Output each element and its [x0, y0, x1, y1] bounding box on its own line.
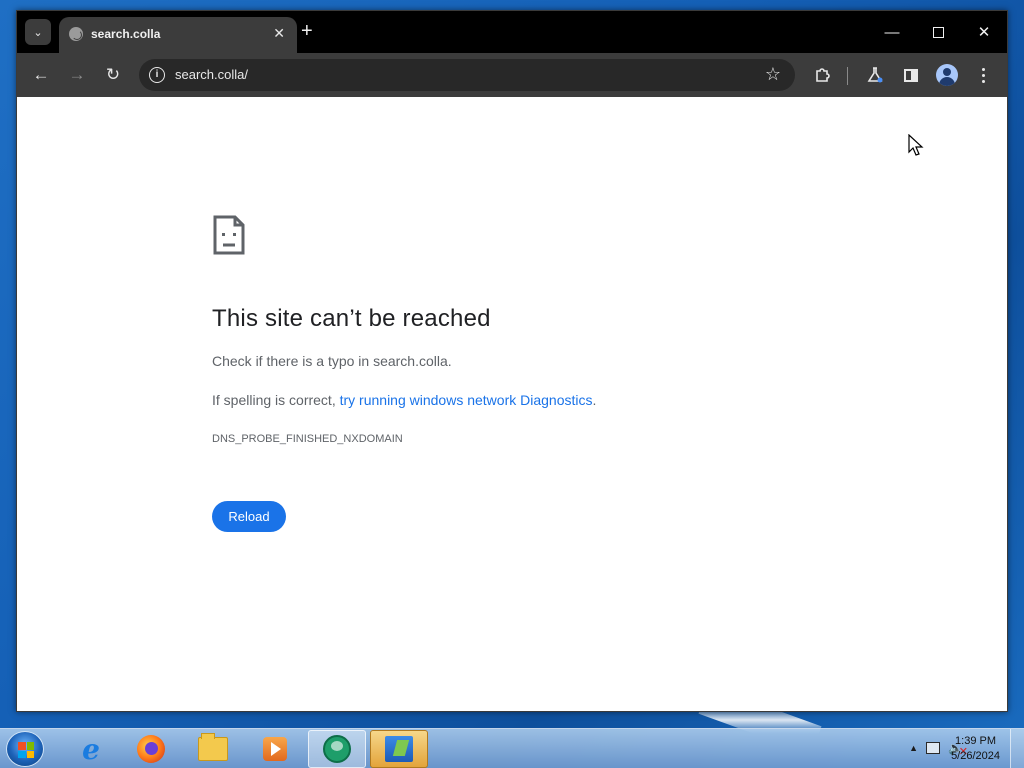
- side-panel-icon: [904, 68, 918, 82]
- address-bar[interactable]: i search.colla/ ☆: [139, 59, 795, 91]
- firefox-icon: [137, 735, 165, 763]
- network-icon[interactable]: [926, 742, 940, 754]
- close-window-button[interactable]: ✕: [961, 19, 1007, 45]
- minimize-button[interactable]: —: [869, 19, 915, 45]
- start-button[interactable]: [6, 731, 44, 767]
- tab-close-icon[interactable]: ✕: [273, 25, 285, 42]
- back-button[interactable]: ←: [29, 63, 53, 87]
- chevron-down-icon: ⌄: [33, 26, 43, 39]
- clock-time: 1:39 PM: [955, 735, 997, 747]
- network-diagnostics-link[interactable]: try running windows network Diagnostics: [340, 392, 593, 408]
- browser-tab[interactable]: search.colla ✕: [59, 17, 297, 53]
- typo-hint: Check if there is a typo in search.colla…: [212, 353, 452, 369]
- tab-title: search.colla: [91, 27, 161, 41]
- error-title: This site can’t be reached: [212, 305, 491, 332]
- taskbar-active-app[interactable]: [370, 730, 428, 768]
- address-bar-url[interactable]: search.colla/: [175, 67, 248, 82]
- browser-toolbar: ← → ↻ i search.colla/ ☆: [17, 53, 1007, 97]
- windows-logo-icon: [18, 742, 34, 758]
- show-desktop-button[interactable]: [1010, 729, 1024, 768]
- taskbar-firefox[interactable]: [122, 730, 180, 768]
- extensions-button[interactable]: [811, 63, 835, 87]
- diagnostics-hint: If spelling is correct, try running wind…: [212, 392, 596, 408]
- profile-button[interactable]: [935, 63, 959, 87]
- browser-window: ⌄ search.colla ✕ + — ✕ ← → ↻ i search.co…: [16, 10, 1008, 712]
- page-content: This site can’t be reached Check if ther…: [17, 97, 1007, 711]
- side-panel-button[interactable]: [899, 63, 923, 87]
- more-vertical-icon: [981, 67, 985, 83]
- site-info-icon[interactable]: i: [149, 67, 165, 83]
- taskbar-file-explorer[interactable]: [184, 730, 242, 768]
- avatar-icon: [936, 64, 958, 86]
- diagnostics-suffix: .: [592, 392, 597, 408]
- diagnostics-prefix: If spelling is correct,: [212, 392, 340, 408]
- chrome-icon: [323, 735, 351, 763]
- globe-icon: [69, 27, 83, 41]
- file-explorer-icon: [198, 733, 228, 761]
- puzzle-icon: [816, 68, 830, 82]
- reload-button[interactable]: Reload: [212, 501, 286, 532]
- tab-search-button[interactable]: ⌄: [25, 19, 51, 45]
- taskbar-chrome[interactable]: [308, 730, 366, 768]
- taskbar-media-player[interactable]: [246, 730, 304, 768]
- toolbar-divider: [847, 67, 848, 85]
- new-tab-button[interactable]: +: [301, 21, 313, 41]
- flask-icon: [867, 67, 883, 83]
- clock-date: 5/26/2024: [951, 750, 1000, 762]
- internet-explorer-icon: e: [82, 732, 100, 766]
- reload-page-button[interactable]: ↻: [101, 63, 125, 87]
- taskbar: e ▲ 🔈 ✕ 1:39 PM 5/26/2024: [0, 728, 1024, 768]
- error-code: DNS_PROBE_FINISHED_NXDOMAIN: [212, 433, 403, 445]
- chrome-menu-button[interactable]: [971, 63, 995, 87]
- bookmark-star-icon[interactable]: ☆: [765, 64, 781, 85]
- taskbar-internet-explorer[interactable]: e: [62, 730, 120, 768]
- maximize-button[interactable]: [915, 19, 961, 45]
- clock[interactable]: 1:39 PM 5/26/2024: [951, 734, 1000, 764]
- active-app-icon: [385, 736, 413, 762]
- mouse-cursor-icon: [908, 134, 924, 156]
- media-player-icon: [263, 737, 287, 761]
- sad-page-icon: [213, 215, 245, 255]
- labs-button[interactable]: [863, 63, 887, 87]
- forward-button[interactable]: →: [65, 63, 89, 87]
- show-hidden-icons-icon[interactable]: ▲: [909, 743, 918, 753]
- maximize-icon: [932, 26, 944, 38]
- browser-titlebar: ⌄ search.colla ✕ + — ✕: [17, 11, 1007, 53]
